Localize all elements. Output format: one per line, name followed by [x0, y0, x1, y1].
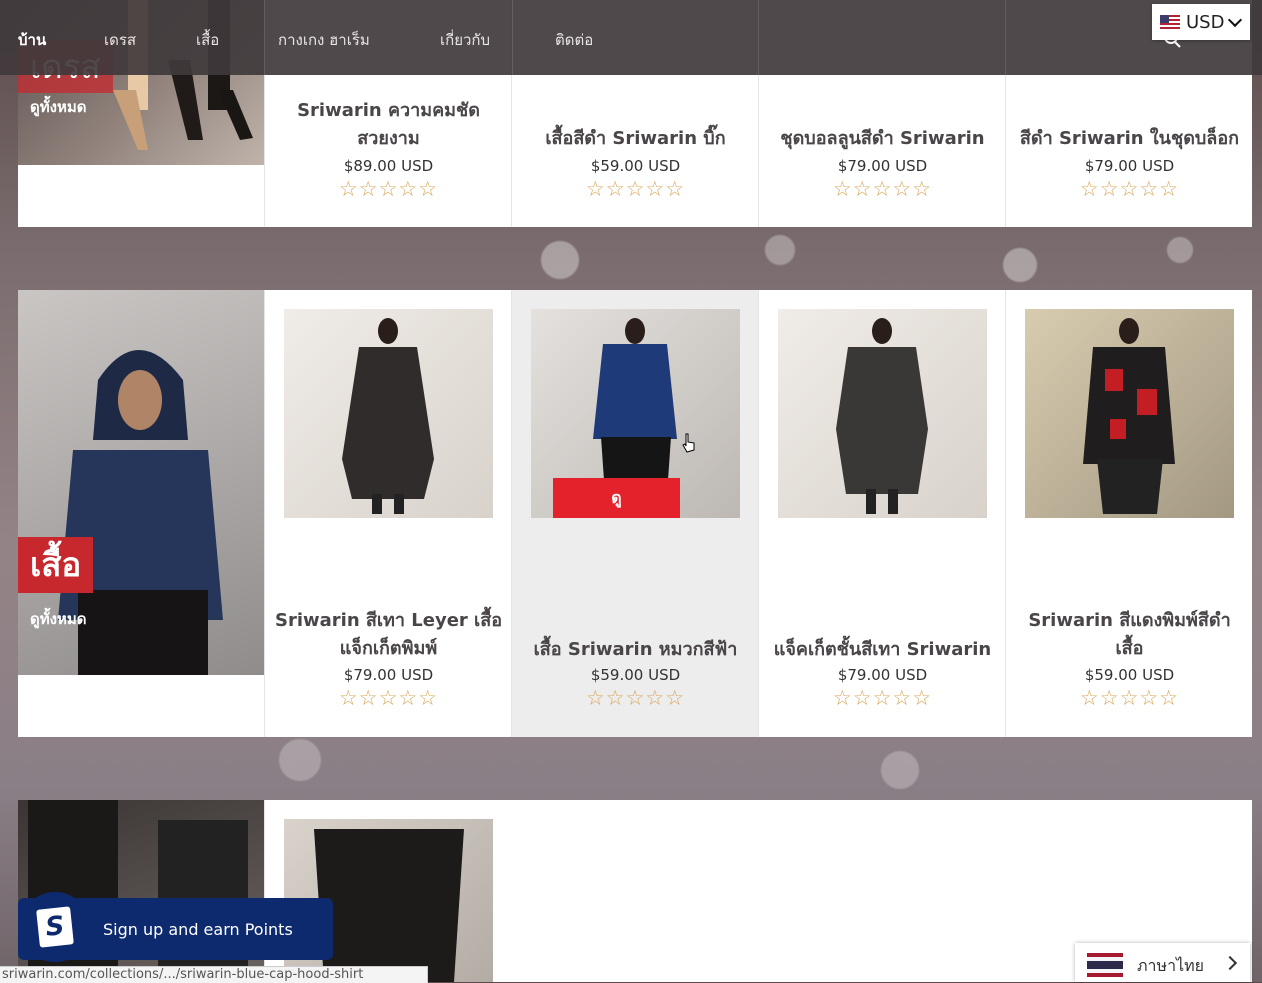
language-label: ภาษาไทย [1137, 956, 1205, 975]
nav-contact[interactable]: ติดต่อ [555, 28, 593, 52]
nav-divider [758, 0, 759, 75]
product-name[interactable]: ชุดบอลลูนสีดำ Sriwarin [759, 125, 1006, 153]
product-price: $89.00 USD [343, 157, 434, 175]
nav-shirts[interactable]: เสื้อ [196, 28, 219, 52]
product-image[interactable] [778, 309, 987, 518]
product-row-shirts: เสื้อ ดูทั้งหมด Sriwarin สีเทา Leyer เสื… [18, 290, 1252, 737]
nav-about[interactable]: เกี่ยวกับ [440, 28, 490, 52]
product-price: $59.00 USD [1084, 666, 1175, 684]
product-price: $79.00 USD [1084, 157, 1175, 175]
product-name[interactable]: เสื้อ Sriwarin หมวกสีฟ้า [512, 636, 759, 664]
product-price: $79.00 USD [837, 666, 928, 684]
product-image[interactable] [284, 309, 493, 518]
chevron-right-icon [1222, 955, 1238, 971]
us-flag-icon [1160, 15, 1180, 29]
hand-cursor-icon [682, 433, 695, 453]
status-url: sriwarin.com/collections/.../sriwarin-bl… [0, 966, 428, 983]
product-name[interactable]: Sriwarin สีเทา Leyer เสื้อแจ็กเก็ตพิมพ์ [265, 607, 512, 663]
shopify-bag-icon: S [20, 892, 90, 962]
nav-harem-pants[interactable]: กางเกง ฮาเร็ม [278, 28, 370, 52]
rating-stars: ☆☆☆☆☆ [585, 177, 686, 201]
product-card[interactable]: แจ็คเก็ตชั้นสีเทา Sriwarin $79.00 USD ☆☆… [758, 290, 1005, 737]
view-all-link[interactable]: ดูทั้งหมด [30, 95, 86, 119]
product-name[interactable]: Sriwarin สีแดงพิมพ์สีดำเสื้อ [1006, 607, 1253, 663]
category-tile-shirts[interactable]: เสื้อ ดูทั้งหมด [18, 290, 264, 675]
currency-selector[interactable]: USD [1152, 4, 1250, 40]
chevron-down-icon [1228, 12, 1243, 28]
rating-stars: ☆☆☆☆☆ [832, 177, 933, 201]
rating-stars: ☆☆☆☆☆ [1079, 686, 1180, 710]
nav-divider [512, 0, 513, 75]
product-price: $79.00 USD [837, 157, 928, 175]
currency-value: USD [1186, 11, 1225, 33]
product-card[interactable]: Sriwarin สีเทา Leyer เสื้อแจ็กเก็ตพิมพ์ … [264, 290, 511, 737]
language-switcher[interactable]: ภาษาไทย [1075, 943, 1250, 982]
product-price: $59.00 USD [590, 666, 681, 684]
product-name[interactable]: Sriwarin ความคมชัดสวยงาม [265, 97, 512, 153]
product-name[interactable]: แจ็คเก็ตชั้นสีเทา Sriwarin [759, 636, 1006, 664]
bag-glyph: S [36, 906, 74, 948]
product-price: $59.00 USD [590, 157, 681, 175]
nav-dresses[interactable]: เดรส [104, 28, 136, 52]
view-product-button[interactable]: ดู [553, 478, 680, 518]
grey-layer-jacket-model-image [836, 318, 928, 514]
rating-stars: ☆☆☆☆☆ [338, 686, 439, 710]
nav-divider [1005, 0, 1006, 75]
product-card-hovered[interactable]: ดู เสื้อ Sriwarin หมวกสีฟ้า $59.00 USD ☆… [511, 290, 758, 737]
category-label: เสื้อ [18, 537, 94, 593]
top-navbar: บ้าน เดรส เสื้อ กางเกง ฮาเร็ม เกี่ยวกับ … [0, 0, 1262, 75]
nav-home[interactable]: บ้าน [18, 28, 46, 52]
product-card[interactable]: Sriwarin สีแดงพิมพ์สีดำเสื้อ $59.00 USD … [1005, 290, 1252, 737]
thai-flag-icon [1087, 953, 1123, 977]
rewards-widget[interactable]: S Sign up and earn Points [18, 892, 333, 962]
product-name[interactable]: เสื้อสีดำ Sriwarin บิ๊ก [512, 125, 759, 153]
rating-stars: ☆☆☆☆☆ [585, 686, 686, 710]
rating-stars: ☆☆☆☆☆ [832, 686, 933, 710]
rating-stars: ☆☆☆☆☆ [338, 177, 439, 201]
view-all-link[interactable]: ดูทั้งหมด [30, 607, 86, 631]
product-price: $79.00 USD [343, 666, 434, 684]
product-name[interactable]: สีดำ Sriwarin ในชุดบล็อก [1006, 125, 1253, 153]
rating-stars: ☆☆☆☆☆ [1079, 177, 1180, 201]
rewards-label: Sign up and earn Points [103, 920, 293, 939]
grey-jacket-model-image [342, 318, 434, 514]
product-image[interactable] [1025, 309, 1234, 518]
red-print-shirt-model-image [1083, 318, 1175, 514]
nav-divider [264, 0, 265, 75]
